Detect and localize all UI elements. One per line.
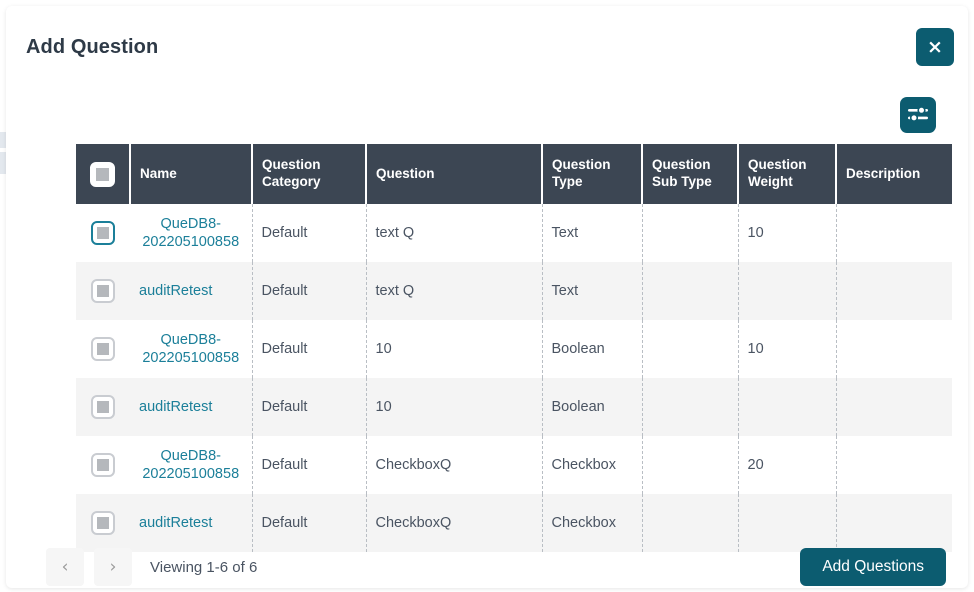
column-header-name[interactable]: Name <box>130 144 252 204</box>
cell-question-sub-type <box>642 320 738 378</box>
cell-question: 10 <box>366 378 542 436</box>
cell-question-weight <box>738 378 836 436</box>
column-header-question-type[interactable]: Question Type <box>542 144 642 204</box>
cell-question-weight: 10 <box>738 320 836 378</box>
row-select-cell <box>76 320 130 378</box>
row-select-checkbox[interactable] <box>91 453 115 477</box>
cell-question: 10 <box>366 320 542 378</box>
cell-description <box>836 320 952 378</box>
cell-name[interactable]: QueDB8-202205100858 <box>130 204 252 262</box>
cell-name[interactable]: auditRetest <box>130 262 252 320</box>
cell-question-type: Boolean <box>542 320 642 378</box>
row-select-checkbox[interactable] <box>91 395 115 419</box>
questions-table: Name Question Category Question Question… <box>76 144 952 552</box>
table-header: Name Question Category Question Question… <box>76 144 952 204</box>
row-select-cell <box>76 378 130 436</box>
chevron-right-icon: › <box>110 557 117 577</box>
select-all-checkbox[interactable] <box>90 162 115 187</box>
row-select-cell <box>76 204 130 262</box>
questions-table-container: Name Question Category Question Question… <box>76 144 952 552</box>
column-header-question-category[interactable]: Question Category <box>252 144 366 204</box>
cell-question-type: Checkbox <box>542 436 642 494</box>
close-icon: × <box>927 38 943 57</box>
cell-question-category: Default <box>252 204 366 262</box>
add-questions-button[interactable]: Add Questions <box>800 548 946 586</box>
cell-question-sub-type <box>642 378 738 436</box>
table-row[interactable]: auditRetestDefault10Boolean <box>76 378 952 436</box>
column-header-question[interactable]: Question <box>366 144 542 204</box>
cell-question-type: Text <box>542 204 642 262</box>
table-body: QueDB8-202205100858Defaulttext QText10au… <box>76 204 952 552</box>
cell-question-category: Default <box>252 436 366 494</box>
cell-description <box>836 436 952 494</box>
filter-settings-button[interactable] <box>900 97 936 133</box>
row-select-cell <box>76 262 130 320</box>
cell-question-type: Text <box>542 262 642 320</box>
select-all-header <box>76 144 130 204</box>
cell-question: text Q <box>366 204 542 262</box>
table-row[interactable]: auditRetestDefaulttext QText <box>76 262 952 320</box>
cell-name[interactable]: QueDB8-202205100858 <box>130 436 252 494</box>
close-button[interactable]: × <box>916 28 954 66</box>
cell-question-weight: 20 <box>738 436 836 494</box>
cell-question-category: Default <box>252 320 366 378</box>
cell-name[interactable]: QueDB8-202205100858 <box>130 320 252 378</box>
cell-question-weight <box>738 262 836 320</box>
row-select-checkbox[interactable] <box>91 511 115 535</box>
row-select-checkbox[interactable] <box>91 337 115 361</box>
cell-question-sub-type <box>642 436 738 494</box>
column-header-question-weight[interactable]: Question Weight <box>738 144 836 204</box>
column-header-question-sub-type[interactable]: Question Sub Type <box>642 144 738 204</box>
cell-question-sub-type <box>642 262 738 320</box>
cell-question-weight: 10 <box>738 204 836 262</box>
next-page-button[interactable]: › <box>94 548 132 586</box>
pagination-status: Viewing 1-6 of 6 <box>150 559 257 576</box>
add-question-modal: Add Question × <box>6 6 968 588</box>
table-header-row: Name Question Category Question Question… <box>76 144 952 204</box>
cell-question-category: Default <box>252 262 366 320</box>
table-row[interactable]: QueDB8-202205100858Defaulttext QText 10 <box>76 204 952 262</box>
cell-question-category: Default <box>252 378 366 436</box>
row-select-checkbox[interactable] <box>91 221 115 245</box>
column-header-description[interactable]: Description <box>836 144 952 204</box>
chevron-left-icon: ‹ <box>62 557 69 577</box>
cell-description <box>836 204 952 262</box>
app-root: Add Question × <box>0 0 974 592</box>
cell-question-type: Boolean <box>542 378 642 436</box>
cell-description <box>836 378 952 436</box>
sliders-filter-icon <box>907 105 929 126</box>
prev-page-button[interactable]: ‹ <box>46 548 84 586</box>
row-select-cell <box>76 436 130 494</box>
page-title: Add Question <box>26 36 158 59</box>
table-row[interactable]: QueDB8-202205100858Default10Boolean10 <box>76 320 952 378</box>
cell-question-sub-type <box>642 204 738 262</box>
row-select-checkbox[interactable] <box>91 279 115 303</box>
cell-question: CheckboxQ <box>366 436 542 494</box>
cell-name[interactable]: auditRetest <box>130 378 252 436</box>
table-footer: ‹ › Viewing 1-6 of 6 Add Questions <box>46 544 954 590</box>
cell-question: text Q <box>366 262 542 320</box>
table-row[interactable]: QueDB8-202205100858DefaultCheckboxQCheck… <box>76 436 952 494</box>
cell-description <box>836 262 952 320</box>
